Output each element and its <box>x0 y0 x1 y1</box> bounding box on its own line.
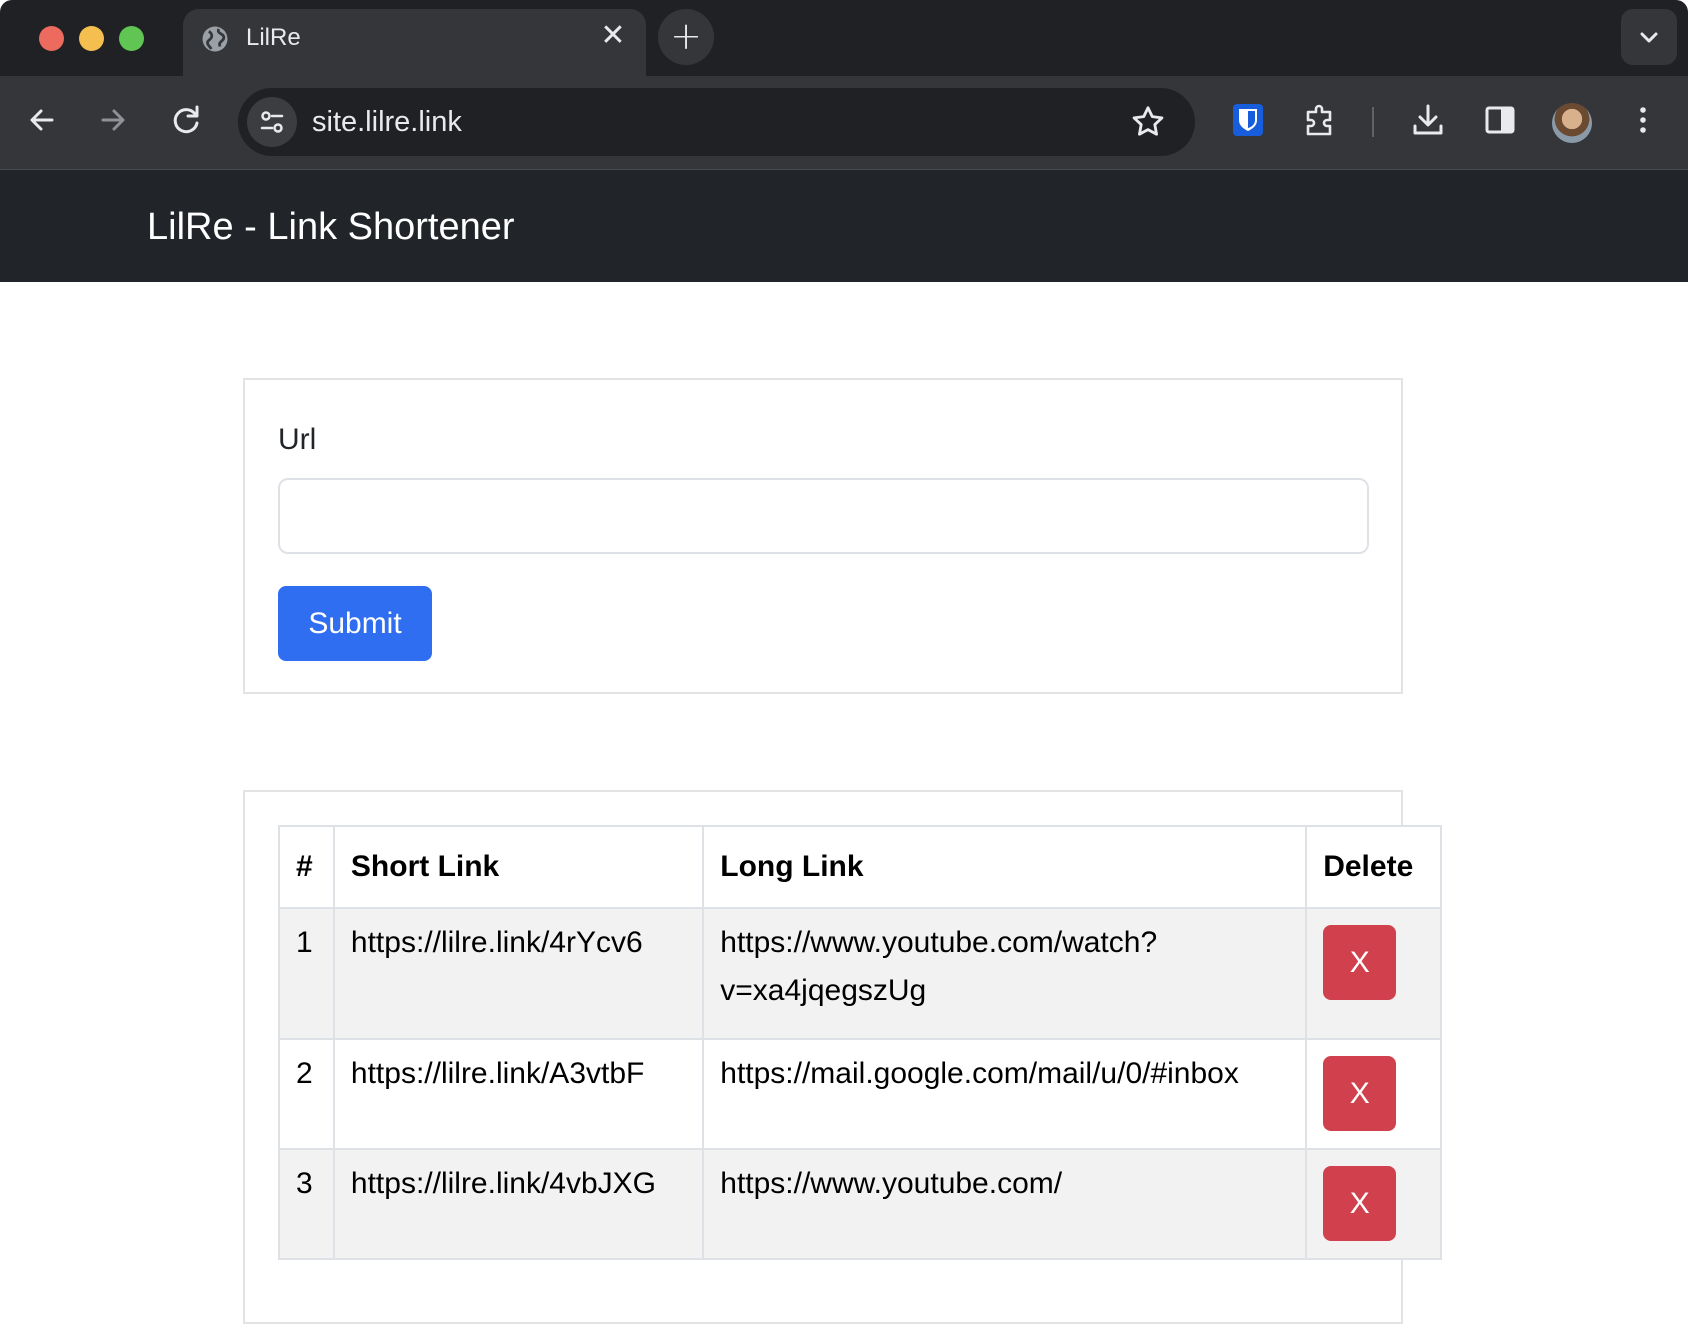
side-panel-icon[interactable] <box>1478 98 1522 142</box>
url-input[interactable] <box>278 478 1369 554</box>
delete-cell: X <box>1305 1148 1442 1260</box>
header-number: # <box>278 825 335 909</box>
url-text[interactable]: site.lilre.link <box>312 105 462 139</box>
delete-button[interactable]: X <box>1323 925 1397 1000</box>
table-row: 1 https://lilre.link/4rYcv6 https://www.… <box>278 907 1442 1040</box>
address-bar[interactable]: site.lilre.link <box>238 88 1195 156</box>
browser-toolbar: site.lilre.link <box>0 76 1688 170</box>
header-short-link: Short Link <box>332 825 705 909</box>
table-row: 3 https://lilre.link/4vbJXG https://www.… <box>278 1148 1442 1260</box>
toolbar-separator <box>1372 107 1374 137</box>
delete-button[interactable]: X <box>1323 1056 1397 1131</box>
row-number: 2 <box>278 1038 335 1150</box>
new-tab-button[interactable]: + <box>658 9 714 65</box>
site-brand[interactable]: LilRe - Link Shortener <box>147 204 515 250</box>
url-label: Url <box>278 423 317 456</box>
table-row: 2 https://lilre.link/A3vtbF https://mail… <box>278 1038 1442 1150</box>
close-icon[interactable]: ✕ <box>598 21 628 51</box>
extensions-icon[interactable] <box>1298 98 1342 142</box>
kebab-menu-icon[interactable] <box>1621 98 1665 142</box>
browser-window: LilRe ✕ + site.lilre.link LilRe - Link S… <box>0 0 1688 1342</box>
short-link: https://lilre.link/A3vtbF <box>332 1038 705 1150</box>
header-delete: Delete <box>1305 825 1442 909</box>
zoom-window-button[interactable] <box>119 26 144 51</box>
minimize-window-button[interactable] <box>79 26 104 51</box>
header-long-link: Long Link <box>702 825 1308 909</box>
tab-title: LilRe <box>246 24 301 51</box>
star-icon[interactable] <box>1129 103 1167 141</box>
chevron-down-icon <box>1640 32 1658 43</box>
shorten-form-card: Url Submit <box>243 378 1403 694</box>
short-link: https://lilre.link/4rYcv6 <box>332 907 705 1040</box>
globe-icon <box>202 26 228 52</box>
long-link: https://www.youtube.com/ <box>702 1148 1308 1260</box>
profile-avatar[interactable] <box>1552 103 1592 143</box>
short-link: https://lilre.link/4vbJXG <box>332 1148 705 1260</box>
tab-lilre[interactable]: LilRe ✕ <box>183 9 646 76</box>
links-table-card: # Short Link Long Link Delete 1 https://… <box>243 790 1442 1324</box>
submit-button[interactable]: Submit <box>278 586 432 661</box>
site-navbar: LilRe - Link Shortener <box>0 170 1688 282</box>
download-icon[interactable] <box>1406 98 1450 142</box>
bitwarden-icon[interactable] <box>1226 98 1270 142</box>
long-link: https://mail.google.com/mail/u/0/#inbox <box>702 1038 1308 1150</box>
tab-search-button[interactable] <box>1621 9 1677 65</box>
forward-arrow-icon[interactable] <box>91 98 135 142</box>
reload-icon[interactable] <box>164 98 208 142</box>
long-link: https://www.youtube.com/watch?v=xa4jqegs… <box>702 907 1308 1040</box>
delete-cell: X <box>1305 1038 1442 1150</box>
links-table: # Short Link Long Link Delete 1 https://… <box>278 825 1442 1260</box>
tab-strip: LilRe ✕ + <box>0 0 1688 76</box>
row-number: 3 <box>278 1148 335 1260</box>
back-arrow-icon[interactable] <box>20 98 64 142</box>
row-number: 1 <box>278 907 335 1040</box>
delete-cell: X <box>1305 907 1442 1040</box>
close-window-button[interactable] <box>39 26 64 51</box>
table-header-row: # Short Link Long Link Delete <box>278 825 1442 909</box>
site-settings-icon <box>260 111 284 133</box>
delete-button[interactable]: X <box>1323 1166 1397 1241</box>
site-settings-button[interactable] <box>247 97 297 147</box>
